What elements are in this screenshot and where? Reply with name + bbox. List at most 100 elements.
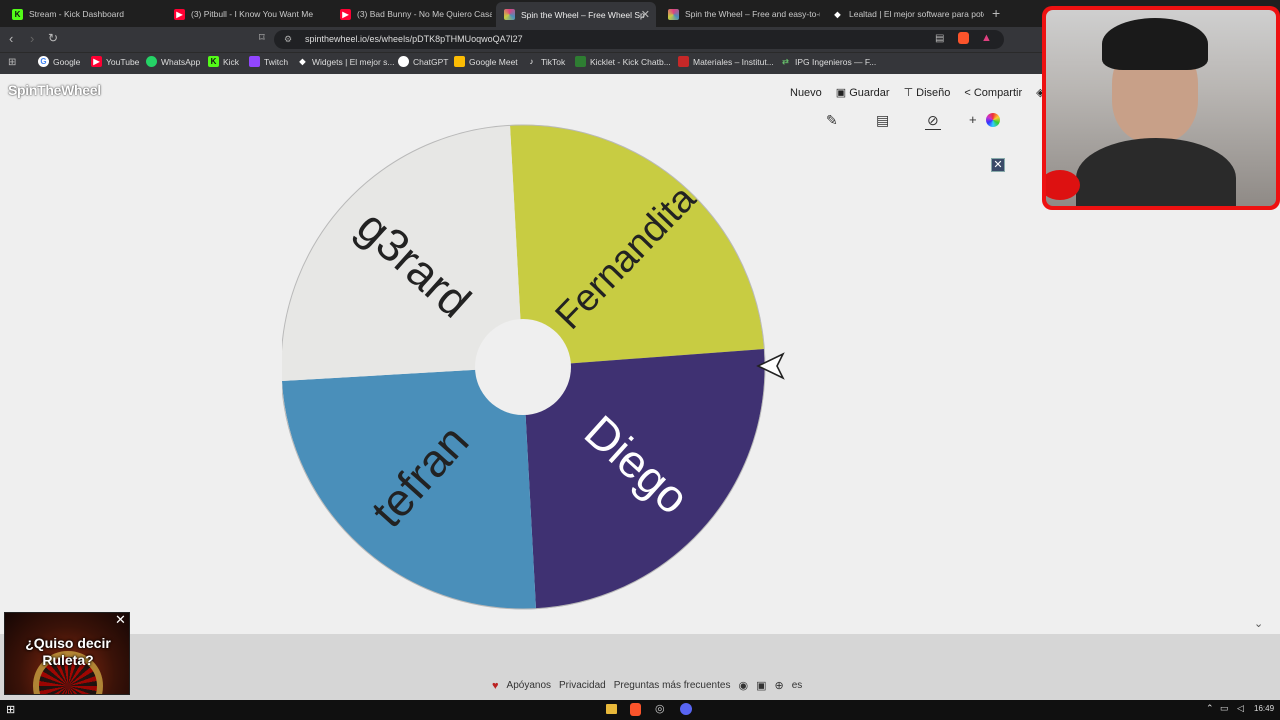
bookmark-kick[interactable]: K Kick (208, 56, 239, 67)
tab-title: Spin the Wheel – Free Wheel Sp (521, 9, 645, 20)
wheel-pointer-icon (756, 352, 785, 380)
pencil-icon[interactable]: ✎ (826, 112, 838, 129)
meet-icon (454, 56, 465, 67)
twitch-icon[interactable]: ▣ (756, 679, 766, 692)
bookmark-twitch[interactable]: Twitch (249, 56, 288, 67)
spin-wheel[interactable]: Fernandita Diego tefran g3rard (282, 124, 766, 610)
bookmark-label: Kick (223, 56, 240, 67)
bookmark-label: WhatsApp (161, 56, 201, 67)
share-icon: < (964, 86, 971, 99)
brave-browser-icon[interactable] (630, 703, 641, 716)
menu-label: Diseño (916, 86, 951, 99)
materiales-icon (678, 56, 689, 67)
url-field[interactable]: spinthewheel.io/es/wheels/pDTK8pTHMUoqwo… (274, 30, 1004, 49)
menu-label: Compartir (973, 86, 1023, 99)
bookmark-label: TikTok (541, 56, 566, 67)
tray-chevron-icon[interactable]: ⌃ (1206, 703, 1214, 714)
ad-text-line-2: Ruleta? (42, 652, 94, 668)
tab-title: Spin the Wheel – Free and easy-to-u (685, 9, 820, 19)
site-logo[interactable]: SpinTheWheel (8, 82, 101, 98)
menu-guardar[interactable]: ▣ Guardar (835, 86, 890, 100)
reload-icon[interactable]: ↻ (48, 31, 58, 45)
roulette-ad[interactable]: ¿Quiso decir Ruleta? ✕ (4, 612, 130, 695)
tab-spin-the-wheel-active[interactable]: Spin the Wheel – Free Wheel Sp ✕ (496, 2, 656, 27)
tab-spin-the-wheel-2[interactable]: Spin the Wheel – Free and easy-to-u (660, 4, 820, 24)
streamer-shirt (1076, 138, 1236, 206)
footer-link-faq[interactable]: Preguntas más frecuentes (614, 680, 731, 691)
reader-icon[interactable]: ▤ (935, 33, 944, 44)
footer-link-privacidad[interactable]: Privacidad (559, 680, 606, 691)
bookmark-label: Google (53, 56, 81, 67)
twitch-icon (249, 56, 260, 67)
tab-title: Stream - Kick Dashboard (29, 9, 124, 19)
spinthewheel-icon (668, 8, 679, 20)
discord-taskbar-icon[interactable] (680, 703, 692, 715)
bookmark-google[interactable]: G Google (38, 56, 80, 67)
bookmark-label: YouTube (106, 56, 140, 67)
plus-icon[interactable]: + (969, 112, 977, 127)
back-icon[interactable]: ‹ (9, 31, 13, 46)
tab-kick-dashboard[interactable]: K Stream - Kick Dashboard (4, 4, 164, 24)
tab-title: (3) Bad Bunny - No Me Quiero Casar (357, 9, 492, 19)
bookmark-google-meet[interactable]: Google Meet (454, 56, 518, 67)
chevron-down-icon[interactable]: ⌄ (1254, 617, 1263, 630)
menu-nuevo[interactable]: Nuevo (790, 86, 822, 99)
new-tab-icon[interactable]: + (992, 5, 1000, 21)
brave-rewards-icon[interactable]: ▲ (981, 32, 992, 44)
tab-bad-bunny[interactable]: ▶ (3) Bad Bunny - No Me Quiero Casar (332, 4, 492, 24)
clock[interactable]: 16:49 (1254, 704, 1274, 713)
tab-lealtad[interactable]: ◆ Lealtad | El mejor software para pote (824, 4, 984, 24)
color-wheel-icon[interactable] (986, 113, 1000, 127)
widgets-icon: ◆ (299, 57, 306, 66)
forward-icon[interactable]: › (30, 31, 34, 46)
youtube-icon: ▶ (174, 8, 185, 20)
bookmark-tiktok[interactable]: ♪ TikTok (526, 56, 566, 67)
save-icon: ▣ (835, 87, 847, 99)
list-icon[interactable]: ▤ (876, 112, 889, 129)
network-icon[interactable]: ▭ (1220, 703, 1229, 714)
bookmark-whatsapp[interactable]: WhatsApp (146, 56, 200, 67)
webcam-overlay (1042, 6, 1280, 210)
footer-language[interactable]: es (792, 680, 803, 691)
footer-link-apoyanos[interactable]: Apóyanos (507, 680, 551, 691)
bookmark-label: Kicklet - Kick Chatb... (590, 56, 671, 67)
menu-compartir[interactable]: < Compartir (964, 86, 1022, 99)
bookmark-kicklet[interactable]: Kicklet - Kick Chatb... (575, 56, 671, 67)
ad-close-icon[interactable]: ✕ (114, 613, 127, 627)
site-info-icon[interactable]: ⚙ (284, 34, 292, 45)
tiktok-icon: ♪ (529, 57, 534, 66)
wheel-center-hub[interactable] (475, 319, 571, 415)
brave-shield-icon[interactable] (958, 32, 969, 44)
bookmark-youtube[interactable]: ▶ YouTube (91, 56, 139, 67)
bookmark-label: Widgets | El mejor s... (312, 56, 395, 67)
bookmark-label: Twitch (264, 56, 289, 67)
spinthewheel-icon (504, 9, 515, 20)
bookmark-chatgpt[interactable]: ChatGPT (398, 56, 448, 67)
kick-icon: K (12, 8, 23, 20)
pepe-mascot-icon (1046, 170, 1080, 200)
tab-title: Lealtad | El mejor software para pote (849, 9, 984, 19)
file-explorer-icon[interactable] (606, 704, 617, 714)
whatsapp-icon (146, 56, 157, 67)
discord-icon[interactable]: ◉ (738, 679, 748, 692)
heart-icon: ♥ (492, 679, 499, 692)
volume-icon[interactable]: ◁ (1237, 703, 1244, 714)
globe-icon[interactable]: ⊕ (774, 679, 783, 692)
tab-title: (3) Pitbull - I Know You Want Me (191, 9, 314, 19)
close-tab-icon[interactable]: ✕ (641, 8, 650, 21)
bookmark-label: Google Meet (469, 56, 518, 67)
close-icon[interactable]: ✕ (991, 158, 1005, 172)
apps-grid-icon[interactable]: ⊞ (8, 57, 16, 68)
obs-icon[interactable]: ◎ (655, 702, 665, 715)
ad-text: ¿Quiso decir Ruleta? (5, 635, 129, 669)
webcam-video (1046, 10, 1276, 206)
bookmark-ipg[interactable]: ⇄ IPG Ingenieros — F... (780, 56, 876, 67)
bookmark-icon[interactable]: ⌑ (259, 31, 265, 44)
top-menu: Nuevo ▣Guardar ⊤Diseño <Compartir ◈B (790, 86, 1055, 100)
bookmark-widgets[interactable]: ◆ Widgets | El mejor s... (297, 56, 395, 67)
menu-diseno[interactable]: ⊤ Diseño (904, 86, 951, 100)
bookmark-materiales[interactable]: Materiales – Institut... (678, 56, 774, 67)
windows-start-icon[interactable]: ⊞ (6, 703, 15, 716)
tab-pitbull[interactable]: ▶ (3) Pitbull - I Know You Want Me (166, 4, 326, 24)
eye-slash-icon[interactable]: ⊘ (925, 112, 941, 130)
